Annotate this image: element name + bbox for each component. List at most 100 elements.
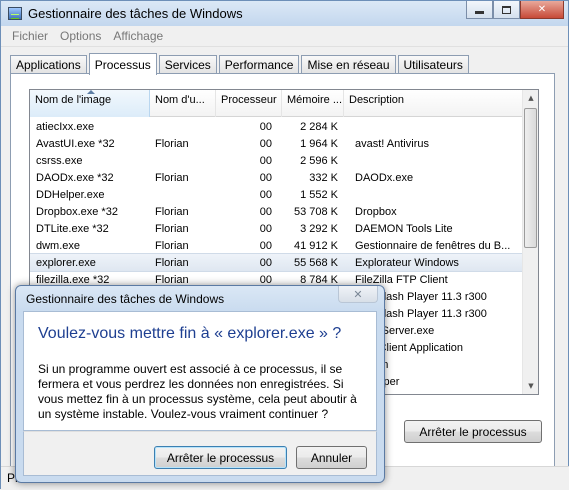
column-label: Description: [349, 94, 405, 106]
maximize-button[interactable]: [493, 1, 520, 19]
dialog-heading: Voulez-vous mettre fin à « explorer.exe …: [38, 325, 342, 342]
column-label: Nom de l'image: [35, 94, 112, 106]
process-description: avast! Antivirus: [355, 137, 429, 150]
column-header-description[interactable]: Description: [344, 90, 524, 117]
process-cpu: 00: [259, 222, 272, 235]
process-memory: 1 964 K: [300, 137, 338, 150]
tab-strip: Applications Processus Services Performa…: [10, 53, 471, 75]
scroll-up-icon[interactable]: ▲: [523, 90, 538, 106]
process-memory: 1 552 K: [300, 188, 338, 201]
column-label: Processeur: [221, 94, 277, 106]
process-description: DAODx.exe: [355, 171, 414, 184]
tab-utilisateurs[interactable]: Utilisateurs: [397, 55, 469, 74]
process-row[interactable]: AvastUI.exe *32 Florian 00 1 964 K avast! An…: [30, 135, 524, 152]
process-row[interactable]: Dropbox.exe *32 Florian 00 53 708 K Dropbox: [30, 203, 524, 220]
process-name: dwm.exe: [36, 239, 81, 252]
close-icon: ✕: [353, 287, 363, 301]
process-description: Gestionnaire de fenêtres du B...: [355, 239, 511, 252]
process-cpu: 00: [259, 137, 272, 150]
process-memory: 3 292 K: [300, 222, 338, 235]
process-description: Explorateur Windows: [355, 256, 459, 269]
process-row[interactable]: atiecIxx.exe 00 2 284 K: [30, 118, 524, 135]
process-cpu: 00: [259, 171, 272, 184]
menu-affichage[interactable]: Affichage: [107, 29, 169, 43]
scroll-thumb[interactable]: [524, 108, 537, 248]
process-name: DTLite.exe *32: [36, 222, 109, 235]
tab-services[interactable]: Services: [158, 55, 217, 74]
process-cpu: 00: [259, 273, 272, 286]
process-row[interactable]: dwm.exe Florian 00 41 912 K Gestionnaire de …: [30, 237, 524, 254]
menu-fichier[interactable]: Fichier: [6, 29, 54, 43]
tab-performance[interactable]: Performance: [218, 55, 300, 74]
process-row[interactable]: csrss.exe 00 2 596 K: [30, 152, 524, 169]
column-header-image-name[interactable]: Nom de l'image: [30, 90, 150, 117]
process-memory: 55 568 K: [293, 256, 338, 269]
process-cpu: 00: [259, 256, 272, 269]
process-memory: 2 284 K: [300, 120, 338, 133]
dialog-close-button[interactable]: ✕: [338, 286, 378, 303]
process-user: Florian: [155, 222, 189, 235]
column-header-cpu[interactable]: Processeur: [216, 90, 282, 117]
tab-mise-en-reseau[interactable]: Mise en réseau: [301, 55, 396, 74]
list-header: Nom de l'image Nom d'u... Processeur Mém…: [30, 90, 524, 117]
dialog-title: Gestionnaire des tâches de Windows: [26, 292, 225, 306]
process-cpu: 00: [259, 120, 272, 133]
process-description: DAEMON Tools Lite: [355, 222, 453, 235]
process-cpu: 00: [259, 239, 272, 252]
process-cpu: 00: [259, 188, 272, 201]
process-memory: 332 K: [309, 171, 338, 184]
sort-ascending-icon: [86, 90, 95, 94]
process-cpu: 00: [259, 154, 272, 167]
minimize-button[interactable]: [466, 1, 493, 19]
process-user: Florian: [155, 256, 189, 269]
process-name: atiecIxx.exe: [36, 120, 95, 133]
process-description: FileZilla FTP Client: [355, 273, 448, 286]
menu-bar: Fichier Options Affichage: [1, 26, 568, 47]
process-memory: 2 596 K: [300, 154, 338, 167]
process-name: explorer.exe: [36, 256, 96, 269]
process-user: Florian: [155, 273, 189, 286]
process-memory: 53 708 K: [293, 205, 338, 218]
dialog-message: Si un programme ouvert est associé à ce …: [38, 362, 357, 421]
process-name: Dropbox.exe *32: [36, 205, 118, 218]
tab-applications[interactable]: Applications: [10, 55, 87, 74]
column-label: Nom d'u...: [155, 94, 205, 106]
process-memory: 8 784 K: [300, 273, 338, 286]
process-cpu: 00: [259, 205, 272, 218]
process-name: DAODx.exe *32: [36, 171, 114, 184]
process-description: Flash Player 11.3 r300: [377, 290, 487, 303]
cancel-button[interactable]: Annuler: [296, 446, 367, 469]
process-name: AvastUI.exe *32: [36, 137, 115, 150]
process-row[interactable]: DDHelper.exe 00 1 552 K: [30, 186, 524, 203]
end-process-dialog: Gestionnaire des tâches de Windows ✕ Vou…: [15, 285, 385, 483]
confirm-end-process-button[interactable]: Arrêter le processus: [154, 446, 287, 469]
maximize-icon: [502, 5, 511, 14]
process-user: Florian: [155, 239, 189, 252]
process-description: Flash Player 11.3 r300: [377, 307, 487, 320]
column-header-user[interactable]: Nom d'u...: [150, 90, 216, 117]
process-user: Florian: [155, 137, 189, 150]
column-label: Mémoire ...: [287, 94, 343, 106]
process-row[interactable]: DTLite.exe *32 Florian 00 3 292 K DAEMON Too…: [30, 220, 524, 237]
close-button[interactable]: ✕: [520, 1, 564, 19]
vertical-scrollbar[interactable]: ▲ ▼: [522, 90, 538, 394]
process-memory: 41 912 K: [293, 239, 338, 252]
caption-buttons: ✕: [466, 1, 564, 19]
process-row[interactable]: explorer.exe Florian 00 55 568 K Explorateur…: [30, 253, 525, 272]
menu-options[interactable]: Options: [54, 29, 107, 43]
process-name: DDHelper.exe: [36, 188, 105, 201]
column-header-memory[interactable]: Mémoire ...: [282, 90, 344, 117]
dialog-footer: Arrêter le processus Annuler: [23, 431, 377, 476]
title-bar[interactable]: Gestionnaire des tâches de Windows ✕: [1, 1, 568, 26]
tab-processus[interactable]: Processus: [88, 53, 157, 75]
process-row[interactable]: DAODx.exe *32 Florian 00 332 K DAODx.exe: [30, 169, 524, 186]
scroll-down-icon[interactable]: ▼: [523, 378, 538, 394]
process-name: csrss.exe: [36, 154, 83, 167]
window-title: Gestionnaire des tâches de Windows: [28, 6, 243, 21]
process-name: filezilla.exe *32: [36, 273, 110, 286]
dialog-body: Voulez-vous mettre fin à « explorer.exe …: [23, 311, 377, 431]
close-icon: ✕: [537, 4, 547, 15]
task-manager-icon: [8, 7, 22, 20]
end-process-button[interactable]: Arrêter le processus: [404, 420, 542, 443]
minimize-icon: [475, 11, 484, 14]
